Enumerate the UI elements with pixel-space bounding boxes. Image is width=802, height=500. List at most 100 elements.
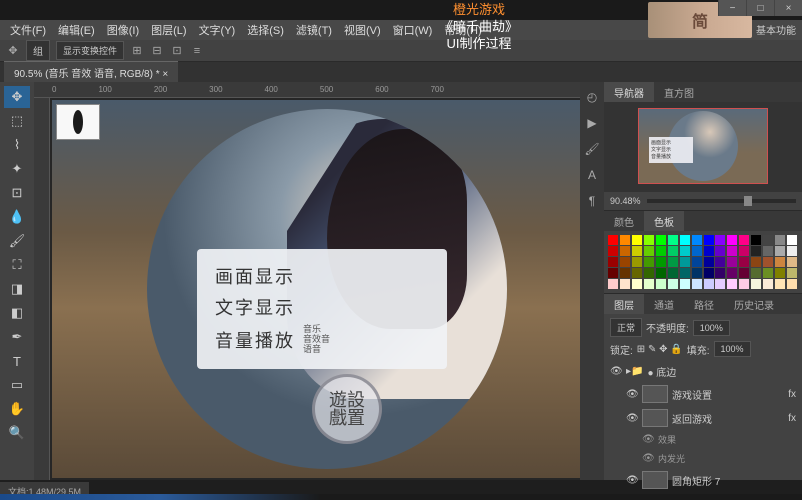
swatch[interactable] xyxy=(715,268,725,278)
history-icon[interactable]: ◴ xyxy=(583,88,601,106)
swatch[interactable] xyxy=(739,279,749,289)
layer-row[interactable]: 👁 圆角矩形 7 xyxy=(610,468,796,492)
ruler-vertical[interactable] xyxy=(34,98,50,480)
swatch[interactable] xyxy=(763,257,773,267)
swatch[interactable] xyxy=(775,257,785,267)
swatch[interactable] xyxy=(608,235,618,245)
swatch[interactable] xyxy=(763,235,773,245)
swatch[interactable] xyxy=(751,257,761,267)
swatch[interactable] xyxy=(763,279,773,289)
visibility-icon[interactable]: 👁 xyxy=(626,389,638,400)
canvas[interactable]: 画面显示 文字显示 音量播放 音乐音效音语音 遊設 戲置 xyxy=(52,100,602,478)
swatch[interactable] xyxy=(727,268,737,278)
char-panel-icon[interactable]: A xyxy=(583,166,601,184)
visibility-icon[interactable]: 👁 xyxy=(626,475,638,486)
swatch[interactable] xyxy=(680,268,690,278)
zoom-value[interactable]: 90.48% xyxy=(610,196,641,206)
swatch[interactable] xyxy=(620,268,630,278)
auto-select-dropdown[interactable]: 组 xyxy=(26,40,50,61)
swatch[interactable] xyxy=(692,246,702,256)
channels-tab[interactable]: 通道 xyxy=(644,294,684,314)
paths-tab[interactable]: 路径 xyxy=(684,294,724,314)
swatch[interactable] xyxy=(632,235,642,245)
shape-tool[interactable]: ▭ xyxy=(4,374,30,396)
swatches-tab[interactable]: 色板 xyxy=(644,211,684,231)
close-button[interactable]: × xyxy=(774,0,802,16)
swatch[interactable] xyxy=(739,268,749,278)
swatch[interactable] xyxy=(763,268,773,278)
swatch[interactable] xyxy=(775,279,785,289)
swatch[interactable] xyxy=(787,257,797,267)
swatch[interactable] xyxy=(787,235,797,245)
maximize-button[interactable]: □ xyxy=(746,0,774,16)
color-tab[interactable]: 颜色 xyxy=(604,211,644,231)
distribute-icon[interactable]: ≡ xyxy=(190,44,204,58)
swatch[interactable] xyxy=(739,235,749,245)
swatch[interactable] xyxy=(763,246,773,256)
swatches-grid[interactable] xyxy=(604,231,802,293)
layer-row[interactable]: 👁 游戏设置 fx xyxy=(610,382,796,406)
lock-icon[interactable]: ⊞ ✎ ✥ 🔒 xyxy=(637,344,683,355)
fx-badge[interactable]: fx xyxy=(788,389,796,400)
swatch[interactable] xyxy=(739,246,749,256)
menu-image[interactable]: 图像(I) xyxy=(103,20,143,40)
opacity-value[interactable]: 100% xyxy=(693,320,730,336)
swatch[interactable] xyxy=(620,235,630,245)
menu-type[interactable]: 文字(Y) xyxy=(195,20,240,40)
navigator-thumbnail[interactable]: 画面显示文字显示音量播放 xyxy=(604,102,802,192)
swatch[interactable] xyxy=(787,279,797,289)
layer-effect-item[interactable]: 👁 内发光 xyxy=(610,449,796,468)
pen-tool[interactable]: ✒ xyxy=(4,326,30,348)
swatch[interactable] xyxy=(656,246,666,256)
align-icon[interactable]: ⊞ xyxy=(130,44,144,58)
ruler-horizontal[interactable]: 0100200300400500600700 xyxy=(34,82,604,98)
move-tool[interactable]: ✥ xyxy=(4,86,30,108)
marquee-tool[interactable]: ⬚ xyxy=(4,110,30,132)
swatch[interactable] xyxy=(680,257,690,267)
align-icon-3[interactable]: ⊡ xyxy=(170,44,184,58)
eraser-tool[interactable]: ◨ xyxy=(4,278,30,300)
hand-tool[interactable]: ✋ xyxy=(4,398,30,420)
swatch[interactable] xyxy=(715,235,725,245)
swatch[interactable] xyxy=(620,246,630,256)
swatch[interactable] xyxy=(632,279,642,289)
stamp-tool[interactable]: ⛶ xyxy=(4,254,30,276)
type-tool[interactable]: T xyxy=(4,350,30,372)
swatch[interactable] xyxy=(668,246,678,256)
swatch[interactable] xyxy=(680,235,690,245)
swatch[interactable] xyxy=(715,279,725,289)
swatch[interactable] xyxy=(656,257,666,267)
swatch[interactable] xyxy=(727,246,737,256)
swatch[interactable] xyxy=(704,257,714,267)
layer-row[interactable]: 👁 返回游戏 fx xyxy=(610,406,796,430)
menu-file[interactable]: 文件(F) xyxy=(6,20,50,40)
minimize-button[interactable]: − xyxy=(718,0,746,16)
swatch[interactable] xyxy=(644,246,654,256)
menu-select[interactable]: 选择(S) xyxy=(243,20,288,40)
swatch[interactable] xyxy=(704,279,714,289)
blend-mode-dropdown[interactable]: 正常 xyxy=(610,318,642,337)
swatch[interactable] xyxy=(644,235,654,245)
workspace-label[interactable]: 基本功能 xyxy=(756,22,796,37)
menu-view[interactable]: 视图(V) xyxy=(340,20,385,40)
swatch[interactable] xyxy=(680,246,690,256)
swatch[interactable] xyxy=(608,268,618,278)
swatch[interactable] xyxy=(692,279,702,289)
visibility-icon[interactable]: 👁 xyxy=(642,453,654,464)
history-tab[interactable]: 历史记录 xyxy=(724,294,784,314)
gradient-tool[interactable]: ◧ xyxy=(4,302,30,324)
brush-panel-icon[interactable]: 🖌 xyxy=(583,140,601,158)
swatch[interactable] xyxy=(751,268,761,278)
lasso-tool[interactable]: ⌇ xyxy=(4,134,30,156)
visibility-icon[interactable]: 👁 xyxy=(610,366,622,377)
document-tab[interactable]: 90.5% (音乐 音效 语音, RGB/8) * × xyxy=(4,61,178,83)
para-panel-icon[interactable]: ¶ xyxy=(583,192,601,210)
swatch[interactable] xyxy=(656,235,666,245)
menu-layer[interactable]: 图层(L) xyxy=(147,20,190,40)
eyedropper-tool[interactable]: 💧 xyxy=(4,206,30,228)
swatch[interactable] xyxy=(632,268,642,278)
swatch[interactable] xyxy=(751,279,761,289)
layers-tab[interactable]: 图层 xyxy=(604,294,644,314)
swatch[interactable] xyxy=(668,235,678,245)
swatch[interactable] xyxy=(668,268,678,278)
